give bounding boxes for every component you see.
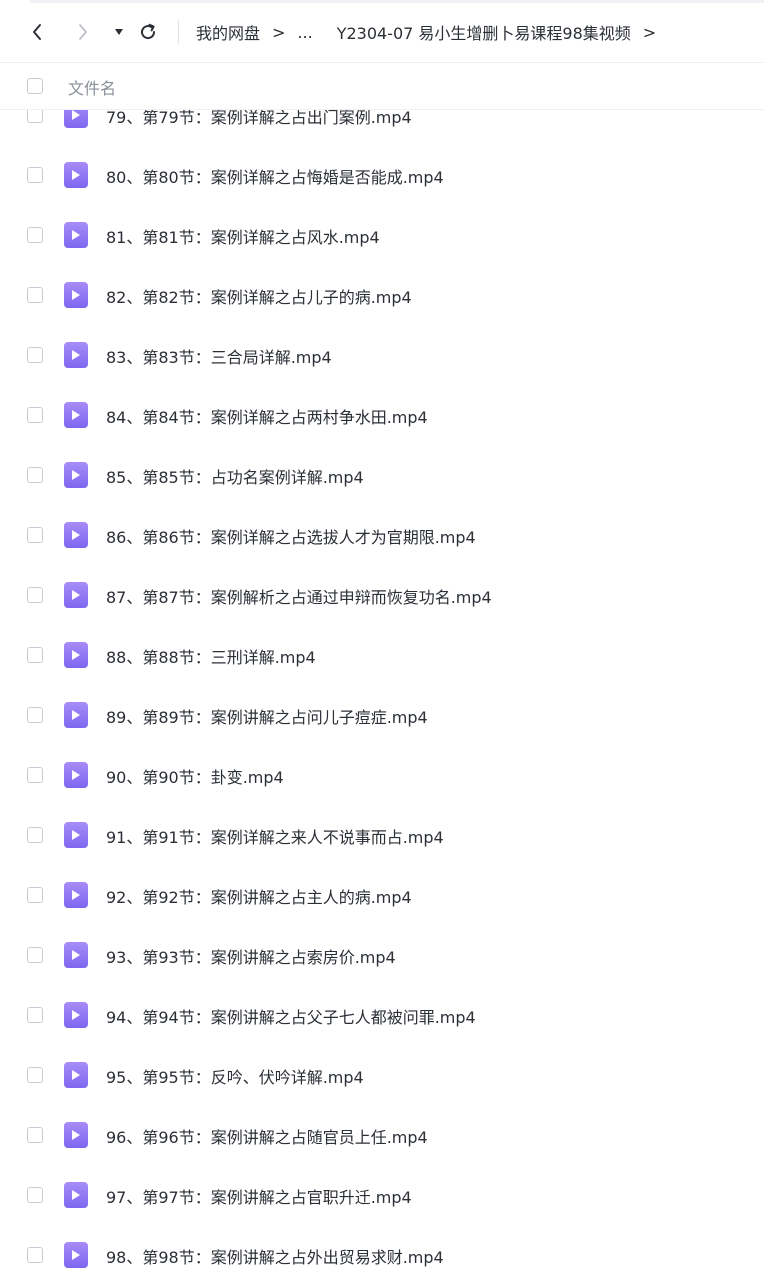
file-row[interactable]: 91、第91节：案例详解之来人不说事而占.mp4 (0, 805, 764, 865)
toolbar-divider (178, 20, 179, 44)
file-row[interactable]: 89、第89节：案例讲解之占问儿子痘症.mp4 (0, 685, 764, 745)
video-file-icon (64, 702, 88, 728)
file-row[interactable]: 97、第97节：案例讲解之占官职升迁.mp4 (0, 1165, 764, 1225)
file-checkbox[interactable] (27, 1127, 43, 1143)
file-checkbox[interactable] (27, 347, 43, 363)
file-name[interactable]: 80、第80节：案例详解之占悔婚是否能成.mp4 (106, 164, 444, 188)
video-file-icon (64, 1182, 88, 1208)
video-file-icon (64, 222, 88, 248)
file-checkbox[interactable] (27, 707, 43, 723)
back-button[interactable] (26, 20, 48, 44)
file-checkbox[interactable] (27, 827, 43, 843)
video-file-icon (64, 522, 88, 548)
file-row[interactable]: 85、第85节：占功名案例详解.mp4 (0, 445, 764, 505)
video-file-icon (64, 1122, 88, 1148)
breadcrumb-separator: > (272, 22, 286, 42)
file-checkbox[interactable] (27, 227, 43, 243)
file-row[interactable]: 94、第94节：案例讲解之占父子七人都被问罪.mp4 (0, 985, 764, 1045)
breadcrumb-trailing-separator[interactable]: > (643, 23, 656, 42)
file-name[interactable]: 82、第82节：案例详解之占儿子的病.mp4 (106, 284, 412, 308)
video-file-icon (64, 282, 88, 308)
file-name[interactable]: 94、第94节：案例讲解之占父子七人都被问罪.mp4 (106, 1004, 476, 1028)
breadcrumb-current[interactable]: Y2304-07 易小生增删卜易课程98集视频 (337, 20, 631, 44)
file-checkbox[interactable] (27, 407, 43, 423)
video-file-icon (64, 342, 88, 368)
file-checkbox[interactable] (27, 1187, 43, 1203)
file-name[interactable]: 86、第86节：案例详解之占选拔人才为官期限.mp4 (106, 524, 476, 548)
file-row[interactable]: 92、第92节：案例讲解之占主人的病.mp4 (0, 865, 764, 925)
list-header: 文件名 (0, 62, 764, 110)
file-row[interactable]: 80、第80节：案例详解之占悔婚是否能成.mp4 (0, 145, 764, 205)
breadcrumb-root[interactable]: 我的网盘 (196, 20, 260, 44)
refresh-icon (141, 23, 156, 40)
video-file-icon (64, 1242, 88, 1268)
file-row[interactable]: 84、第84节：案例详解之占两村争水田.mp4 (0, 385, 764, 445)
caret-down-icon (115, 29, 123, 35)
file-checkbox[interactable] (27, 527, 43, 543)
file-checkbox[interactable] (27, 587, 43, 603)
column-header-filename[interactable]: 文件名 (68, 75, 116, 99)
video-file-icon (64, 882, 88, 908)
navigation-bar: 我的网盘 > ... Y2304-07 易小生增删卜易课程98集视频 > (0, 6, 764, 58)
file-name[interactable]: 97、第97节：案例讲解之占官职升迁.mp4 (106, 1184, 412, 1208)
breadcrumb-ellipsis[interactable]: ... (297, 23, 312, 42)
file-row[interactable]: 82、第82节：案例详解之占儿子的病.mp4 (0, 265, 764, 325)
file-name[interactable]: 91、第91节：案例详解之来人不说事而占.mp4 (106, 824, 444, 848)
file-name[interactable]: 90、第90节：卦变.mp4 (106, 764, 284, 788)
video-file-icon (64, 162, 88, 188)
file-row[interactable]: 83、第83节：三合局详解.mp4 (0, 325, 764, 385)
file-checkbox[interactable] (27, 647, 43, 663)
video-file-icon (64, 822, 88, 848)
file-checkbox[interactable] (27, 167, 43, 183)
chevron-right-icon (79, 24, 87, 40)
video-file-icon (64, 762, 88, 788)
file-checkbox[interactable] (27, 1247, 43, 1263)
file-name[interactable]: 92、第92节：案例讲解之占主人的病.mp4 (106, 884, 412, 908)
file-name[interactable]: 88、第88节：三刑详解.mp4 (106, 644, 316, 668)
file-checkbox[interactable] (27, 287, 43, 303)
select-all-checkbox[interactable] (27, 78, 43, 94)
chevron-left-icon (33, 24, 41, 40)
history-dropdown-button[interactable] (111, 20, 127, 44)
file-row[interactable]: 81、第81节：案例详解之占风水.mp4 (0, 205, 764, 265)
file-checkbox[interactable] (27, 467, 43, 483)
file-name[interactable]: 95、第95节：反吟、伏吟详解.mp4 (106, 1064, 364, 1088)
file-name[interactable]: 83、第83节：三合局详解.mp4 (106, 344, 332, 368)
file-checkbox[interactable] (27, 947, 43, 963)
file-checkbox[interactable] (27, 767, 43, 783)
file-name[interactable]: 98、第98节：案例讲解之占外出贸易求财.mp4 (106, 1244, 444, 1268)
file-row[interactable]: 90、第90节：卦变.mp4 (0, 745, 764, 805)
video-file-icon (64, 1002, 88, 1028)
file-checkbox[interactable] (27, 1007, 43, 1023)
file-name[interactable]: 87、第87节：案例解析之占通过申辩而恢复功名.mp4 (106, 584, 492, 608)
file-name[interactable]: 93、第93节：案例讲解之占索房价.mp4 (106, 944, 396, 968)
video-file-icon (64, 642, 88, 668)
file-checkbox[interactable] (27, 1067, 43, 1083)
file-row[interactable]: 88、第88节：三刑详解.mp4 (0, 625, 764, 685)
top-divider (30, 0, 764, 3)
file-row[interactable]: 87、第87节：案例解析之占通过申辩而恢复功名.mp4 (0, 565, 764, 625)
video-file-icon (64, 1062, 88, 1088)
file-row[interactable]: 86、第86节：案例详解之占选拔人才为官期限.mp4 (0, 505, 764, 565)
file-name[interactable]: 96、第96节：案例讲解之占随官员上任.mp4 (106, 1124, 428, 1148)
breadcrumb: 我的网盘 > ... Y2304-07 易小生增删卜易课程98集视频 > (196, 20, 668, 44)
video-file-icon (64, 942, 88, 968)
file-name[interactable]: 85、第85节：占功名案例详解.mp4 (106, 464, 364, 488)
video-file-icon (64, 402, 88, 428)
forward-button[interactable] (72, 20, 94, 44)
video-file-icon (64, 462, 88, 488)
file-name[interactable]: 89、第89节：案例讲解之占问儿子痘症.mp4 (106, 704, 428, 728)
file-list: 79、第79节：案例详解之占出门案例.mp4 80、第80节：案例详解之占悔婚是否… (0, 85, 764, 1285)
file-row[interactable]: 98、第98节：案例讲解之占外出贸易求财.mp4 (0, 1225, 764, 1285)
file-row[interactable]: 95、第95节：反吟、伏吟详解.mp4 (0, 1045, 764, 1105)
file-row[interactable]: 93、第93节：案例讲解之占索房价.mp4 (0, 925, 764, 985)
file-name[interactable]: 84、第84节：案例详解之占两村争水田.mp4 (106, 404, 428, 428)
file-checkbox[interactable] (27, 887, 43, 903)
file-name[interactable]: 81、第81节：案例详解之占风水.mp4 (106, 224, 380, 248)
file-row[interactable]: 96、第96节：案例讲解之占随官员上任.mp4 (0, 1105, 764, 1165)
refresh-button[interactable] (136, 19, 160, 45)
video-file-icon (64, 582, 88, 608)
